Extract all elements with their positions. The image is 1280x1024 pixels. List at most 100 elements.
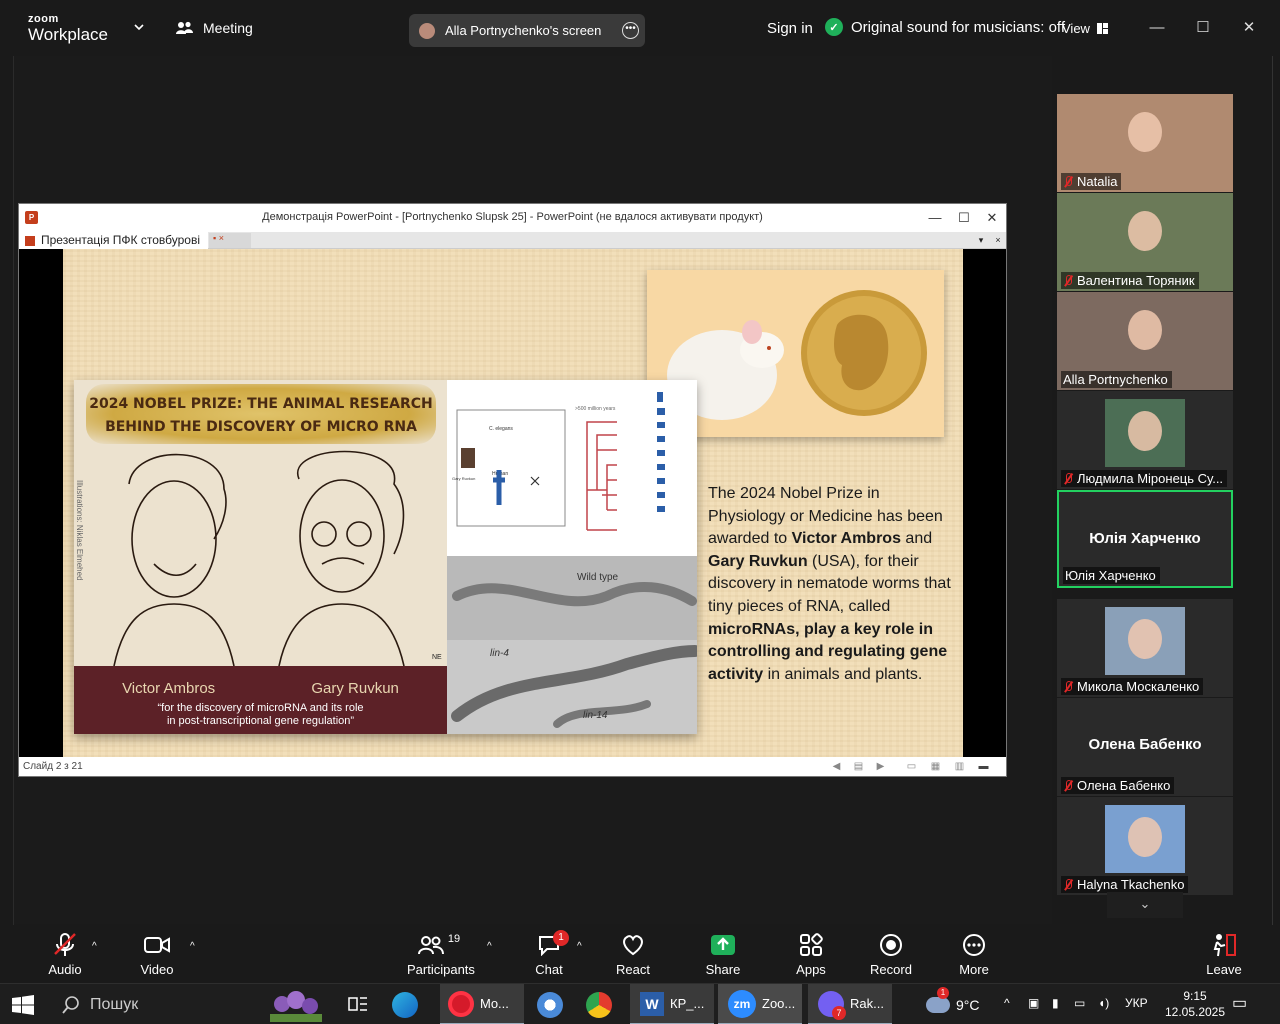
citation-line-2: in post-transcriptional gene regulation” (166, 715, 355, 727)
apps-button[interactable]: Apps (779, 931, 843, 979)
viber-label: Rak... (850, 996, 884, 1011)
more-options-icon[interactable]: ••• (622, 22, 639, 39)
view-button[interactable]: View (1062, 21, 1108, 36)
participant-tile[interactable]: Валентина Торяник (1057, 193, 1233, 291)
taskbar-viber[interactable]: 7 Rak... (808, 984, 892, 1024)
weather-widget[interactable]: 1 9°C (926, 984, 980, 1024)
screen-share-pill[interactable]: Alla Portnychenko's screen ••• (409, 14, 645, 47)
participant-tile[interactable]: Людмила Міронець Су... (1057, 391, 1233, 489)
zoom-window: zoom Workplace Meeting Alla Portnychenko… (0, 0, 1280, 1024)
chrome-icon[interactable] (586, 984, 612, 1024)
close-button[interactable]: ✕ (1237, 16, 1261, 40)
share-label: Share (705, 962, 741, 977)
normal-view-icon[interactable]: ▭ (905, 760, 918, 773)
video-button[interactable]: Video (125, 931, 189, 979)
participants-options-icon[interactable]: ^ (487, 941, 492, 952)
more-button[interactable]: More (942, 931, 1006, 979)
face-silhouette (1128, 411, 1162, 452)
ppt-close-button[interactable]: ✕ (979, 207, 1005, 229)
tray-up-icon[interactable]: ^ (1004, 996, 1010, 1010)
chromium-icon[interactable] (537, 984, 563, 1024)
tabs-close-icon[interactable]: × (991, 233, 1005, 247)
language-indicator[interactable]: УКР (1125, 996, 1148, 1010)
chat-options-icon[interactable]: ^ (577, 941, 582, 952)
record-button[interactable]: Record (859, 931, 923, 979)
participant-tile[interactable]: Микола Москаленко (1057, 599, 1233, 697)
prev-slide-icon[interactable]: ◀ (830, 760, 843, 773)
audio-options-icon[interactable]: ^ (92, 941, 97, 952)
ppt-tab-second[interactable]: ▪ × (209, 233, 251, 248)
slide: 2024 NOBEL PRIZE: THE ANIMAL RESEARCH BE… (63, 249, 963, 757)
people-icon (176, 21, 193, 34)
next-slide-icon[interactable]: ▶ (874, 760, 887, 773)
windows-start-icon[interactable] (12, 995, 34, 1015)
participant-label: Юлія Харченко (1063, 567, 1160, 584)
edge-icon[interactable] (392, 984, 418, 1024)
opera-label: Mo... (480, 996, 509, 1011)
volume-icon[interactable]: ◖) (1098, 996, 1109, 1010)
slide-sorter-icon[interactable]: ▦ (929, 760, 942, 773)
taskbar-search[interactable]: Пошук (48, 984, 258, 1024)
sign-in-link[interactable]: Sign in (767, 20, 813, 37)
maximize-button[interactable]: ☐ (1191, 16, 1215, 40)
scroll-down-icon[interactable]: ⌄ (1107, 892, 1183, 918)
chat-button[interactable]: 1 Chat (517, 930, 581, 979)
ppt-maximize-button[interactable]: ☐ (951, 207, 977, 229)
participant-label: Микола Москаленко (1061, 678, 1204, 695)
participant-tile[interactable]: Natalia (1057, 94, 1233, 192)
slideshow-icon[interactable]: ▬ (977, 760, 990, 773)
participant-name: Halyna Tkachenko (1077, 877, 1185, 892)
laureate-names: Victor Ambros Gary Ruvkun (74, 680, 447, 697)
top-bar: zoom Workplace Meeting Alla Portnychenko… (0, 0, 1280, 56)
meeting-menu[interactable]: Meeting (176, 20, 253, 36)
participants-count: 19 (447, 933, 461, 945)
ppt-tab-presentation[interactable]: Презентація ПФК стовбурові (19, 232, 208, 249)
taskbar-opera[interactable]: Mo... (440, 984, 524, 1024)
taskbar-word[interactable]: W КР_... (630, 984, 714, 1024)
share-button[interactable]: Share (691, 931, 755, 979)
notes-icon[interactable]: ▤ (852, 760, 865, 773)
face-silhouette (1128, 817, 1162, 858)
word-icon: W (640, 991, 664, 1016)
participants-button[interactable]: 19 Participants (407, 931, 475, 979)
powerpoint-window: P Демонстрація PowerPoint - [Portnychenk… (18, 203, 1007, 777)
chat-badge: 1 (553, 930, 569, 946)
minimize-button[interactable]: — (1145, 16, 1169, 40)
clock[interactable]: 9:15 12.05.2025 (1160, 988, 1230, 1020)
participant-name-display: Юлія Харченко (1089, 530, 1201, 547)
viber-badge: 7 (832, 1006, 846, 1020)
notifications-icon[interactable]: ▭ (1232, 993, 1247, 1013)
participant-tile[interactable]: Halyna Tkachenko (1057, 797, 1233, 895)
caption-band: Victor Ambros Gary Ruvkun “for the disco… (74, 666, 447, 734)
windows-taskbar: Пошук Mo... W КР_... zm Zoo... 7 Rak... 1 9°… (0, 983, 1280, 1024)
participant-tile[interactable]: Юлія Харченко Юлія Харченко (1057, 490, 1233, 588)
tabs-dropdown-icon[interactable]: ▾ (974, 233, 988, 247)
reading-view-icon[interactable]: ▥ (953, 760, 966, 773)
citation: “for the discovery of microRNA and its r… (74, 702, 447, 728)
taskbar-zoom[interactable]: zm Zoo... (718, 984, 802, 1024)
participant-tile[interactable]: Олена Бабенко Олена Бабенко (1057, 698, 1233, 796)
chevron-down-icon[interactable] (134, 22, 144, 32)
slide-body-text: The 2024 Nobel Prize in Physiology or Me… (708, 483, 960, 686)
video-options-icon[interactable]: ^ (190, 941, 195, 952)
face-silhouette (1128, 210, 1162, 251)
ppt-title-bar: P Демонстрація PowerPoint - [Portnychenk… (19, 204, 1006, 232)
task-view-icon[interactable] (348, 984, 374, 1024)
audio-button[interactable]: Audio (33, 931, 97, 979)
body-segment: and (900, 530, 933, 548)
camera-tray-icon[interactable]: ▣ (1028, 996, 1039, 1010)
mic-tray-icon[interactable]: ▮ (1052, 996, 1059, 1010)
original-sound-status[interactable]: ✓ Original sound for musicians: off (825, 18, 1065, 36)
leave-button[interactable]: Leave (1192, 931, 1256, 979)
participant-tile[interactable]: Alla Portnychenko (1057, 292, 1233, 390)
react-button[interactable]: React (601, 931, 665, 979)
network-icon[interactable]: ▭ (1074, 996, 1085, 1010)
scrollbar[interactable] (1272, 56, 1280, 981)
view-label: View (1062, 21, 1090, 36)
wild-type-label: Wild type (577, 572, 619, 583)
flowers-icon (270, 990, 322, 1022)
flowers-widget[interactable] (262, 984, 328, 1024)
participants-label: Participants (407, 962, 475, 977)
participant-name-display: Олена Бабенко (1088, 736, 1202, 753)
ppt-minimize-button[interactable]: — (922, 207, 948, 229)
